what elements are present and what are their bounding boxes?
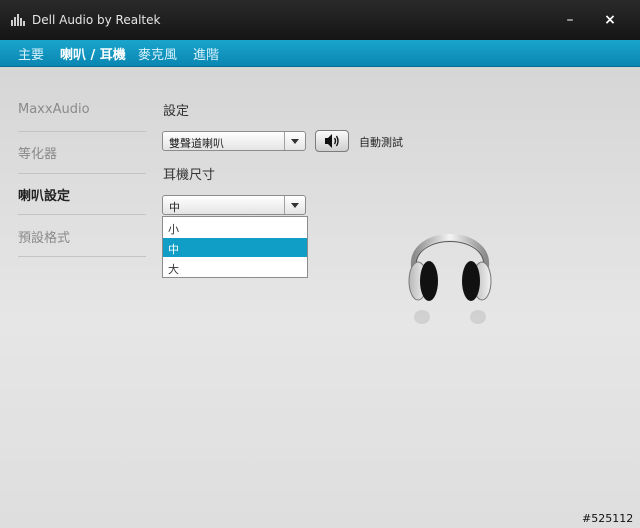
speaker-config-value: 雙聲道喇叭 [169,137,224,150]
sidebar-item-default-format[interactable]: 預設格式 [18,227,146,246]
app-logo-icon [11,14,25,26]
window-title: Dell Audio by Realtek [32,13,161,27]
tab-main[interactable]: 主要 [18,44,44,63]
speaker-icon [325,134,339,148]
dropdown-option-medium[interactable]: 中 [163,238,307,257]
minimize-button[interactable]: – [557,9,583,31]
headphone-size-dropdown: 小 中 大 [162,216,308,278]
close-button[interactable]: × [597,9,623,31]
sidebar-divider [18,214,146,215]
auto-test-label: 自動測試 [359,136,403,149]
headphone-size-value: 中 [169,201,180,214]
tab-advanced[interactable]: 進階 [193,44,219,63]
chevron-down-icon [284,196,305,214]
settings-label: 設定 [163,104,190,119]
sidebar-divider [18,131,146,132]
sidebar-item-equalizer[interactable]: 等化器 [18,143,146,162]
title-bar: Dell Audio by Realtek – × [0,0,640,40]
chevron-down-icon [284,132,305,150]
tab-speaker-headphone[interactable]: 喇叭 / 耳機 [60,44,126,63]
tab-bar: 主要 喇叭 / 耳機 麥克風 進階 [0,40,640,67]
headphone-size-select[interactable]: 中 [162,195,306,215]
speaker-test-button[interactable] [315,130,349,152]
sidebar-divider [18,173,146,174]
sidebar-item-maxxaudio[interactable]: MaxxAudio [18,102,146,117]
speaker-config-select[interactable]: 雙聲道喇叭 [162,131,306,151]
sidebar-item-speaker-settings[interactable]: 喇叭設定 [18,185,146,204]
dropdown-option-large[interactable]: 大 [163,258,307,277]
dropdown-option-small[interactable]: 小 [163,218,307,237]
headphone-size-label: 耳機尺寸 [163,168,216,183]
tab-microphone[interactable]: 麥克風 [138,44,177,63]
watermark: #525112 [582,512,634,525]
sidebar-divider [18,256,146,257]
headphones-image [408,234,492,324]
